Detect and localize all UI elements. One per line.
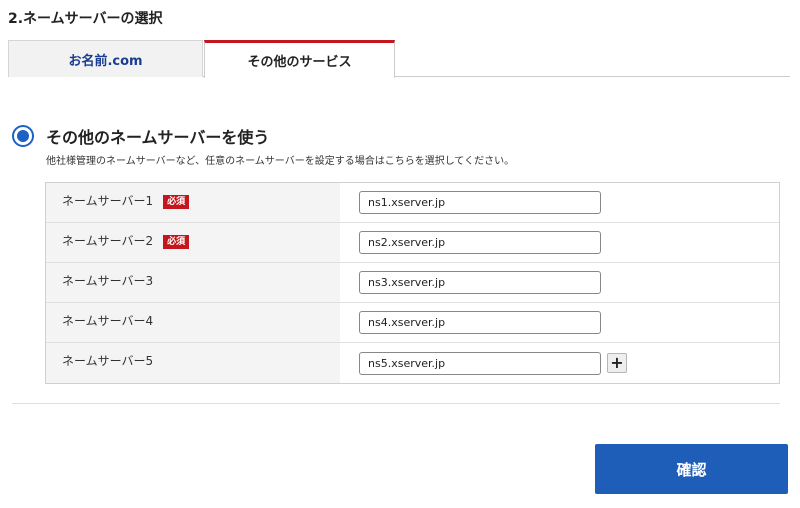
- nameserver-label-cell: ネームサーバー1 必須: [46, 183, 340, 222]
- nameserver-label: ネームサーバー5: [62, 354, 154, 368]
- nameserver-label-cell: ネームサーバー5: [46, 343, 340, 383]
- nameserver-label-cell: ネームサーバー3: [46, 263, 340, 302]
- nameserver-1-input[interactable]: [359, 191, 601, 214]
- radio-selected-dot: [17, 130, 29, 142]
- nameserver-table: ネームサーバー1 必須 ネームサーバー2 必須 ネームサーバー3 ネームサーバー…: [45, 182, 780, 384]
- nameserver-label-cell: ネームサーバー2 必須: [46, 223, 340, 262]
- nameserver-value-cell: [340, 303, 779, 342]
- radio-button[interactable]: [12, 125, 34, 147]
- required-badge: 必須: [163, 235, 190, 249]
- section-title: 2.ネームサーバーの選択: [8, 11, 163, 27]
- plus-icon: +: [610, 353, 624, 372]
- nameserver-label: ネームサーバー3: [62, 274, 154, 288]
- required-badge: 必須: [163, 195, 190, 209]
- table-row: ネームサーバー3: [46, 263, 779, 303]
- nameserver-4-input[interactable]: [359, 311, 601, 334]
- tab-other-services[interactable]: その他のサービス: [204, 40, 395, 78]
- tab-bar: お名前.com その他のサービス: [8, 40, 790, 78]
- nameserver-value-cell: [340, 183, 779, 222]
- confirm-button[interactable]: 確認: [595, 444, 788, 494]
- nameserver-label: ネームサーバー1: [62, 194, 154, 208]
- table-row: ネームサーバー4: [46, 303, 779, 343]
- tab-onamae[interactable]: お名前.com: [8, 40, 203, 77]
- nameserver-label: ネームサーバー4: [62, 314, 154, 328]
- nameserver-label-cell: ネームサーバー4: [46, 303, 340, 342]
- option-title: その他のネームサーバーを使う: [46, 128, 270, 147]
- table-row: ネームサーバー5 +: [46, 343, 779, 383]
- table-row: ネームサーバー2 必須: [46, 223, 779, 263]
- option-description: 他社様管理のネームサーバーなど、任意のネームサーバーを設定する場合はこちらを選択…: [46, 156, 515, 167]
- table-row: ネームサーバー1 必須: [46, 183, 779, 223]
- option-other-nameserver[interactable]: その他のネームサーバーを使う: [12, 124, 269, 148]
- nameserver-value-cell: [340, 223, 779, 262]
- nameserver-label: ネームサーバー2: [62, 234, 154, 248]
- nameserver-3-input[interactable]: [359, 271, 601, 294]
- nameserver-value-cell: +: [340, 343, 779, 383]
- nameserver-value-cell: [340, 263, 779, 302]
- nameserver-5-input[interactable]: [359, 351, 601, 375]
- add-nameserver-button[interactable]: +: [607, 353, 627, 373]
- divider: [12, 403, 780, 404]
- nameserver-2-input[interactable]: [359, 231, 601, 254]
